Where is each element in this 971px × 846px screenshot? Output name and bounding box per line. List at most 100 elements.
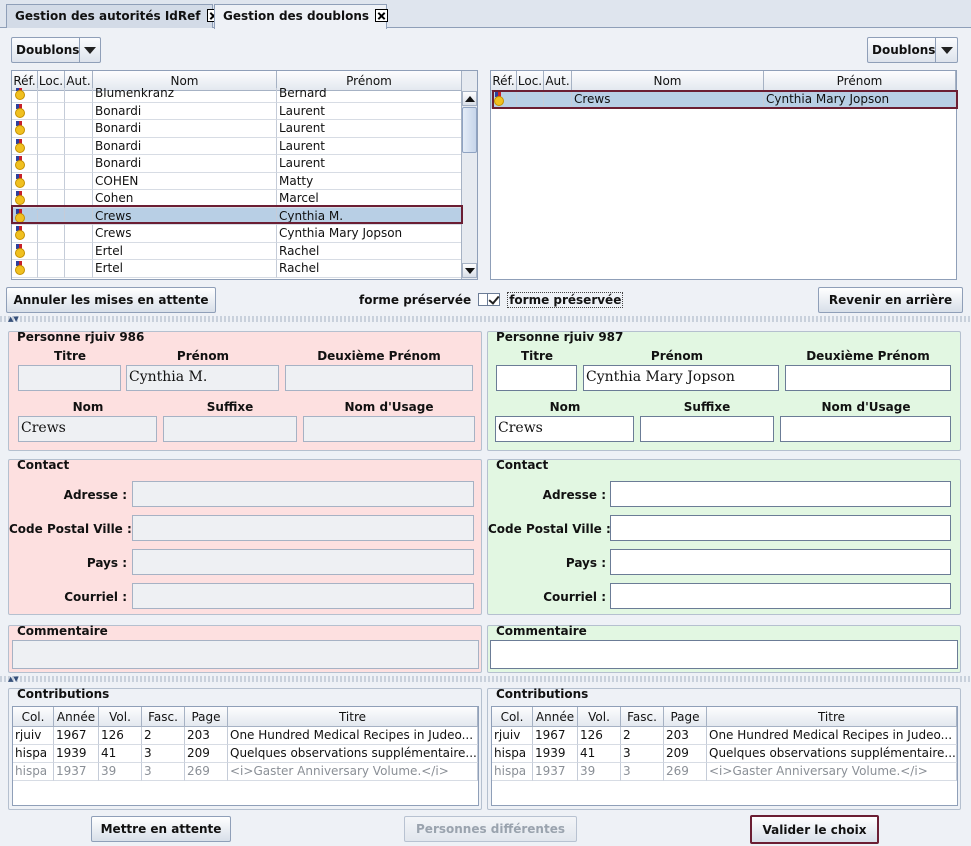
suffixe-field[interactable]: [163, 416, 297, 442]
contributions-right-table: Col. Année Vol. Fasc. Page Titre rjuiv 19…: [491, 706, 958, 806]
suffixe-label: Suffixe: [683, 400, 731, 414]
courriel-field[interactable]: [610, 583, 951, 609]
mettre-en-attente-button[interactable]: Mettre en attente: [91, 816, 231, 842]
table-row[interactable]: Blumenkranz Bernard: [12, 88, 462, 103]
col-page[interactable]: Page: [185, 707, 228, 726]
forme-right-checkbox[interactable]: [487, 293, 500, 306]
adresse-field[interactable]: [610, 481, 951, 507]
commentaire-field[interactable]: [490, 640, 958, 669]
table-row[interactable]: hispa 1939 41 3 209 Quelques observations sup…: [492, 745, 957, 763]
col-col[interactable]: Col.: [492, 707, 533, 726]
adresse-field[interactable]: [132, 481, 474, 507]
pays-field[interactable]: [610, 549, 951, 575]
doublons-combo-right[interactable]: Doublons: [867, 37, 958, 63]
doublons-combo-left[interactable]: Doublons: [11, 37, 101, 63]
courriel-field[interactable]: [132, 583, 474, 609]
commentaire-field[interactable]: [12, 640, 479, 669]
table-row[interactable]: hispa 1939 41 3 209 Quelques observations sup…: [13, 745, 478, 763]
table-row[interactable]: rjuiv 1967 126 2 203 One Hundred Medical Reci…: [492, 727, 957, 745]
valider-choix-button[interactable]: Valider le choix: [750, 815, 879, 844]
nom-usage-field[interactable]: [780, 416, 951, 442]
col-page[interactable]: Page: [664, 707, 707, 726]
suffixe-field[interactable]: [640, 416, 774, 442]
forme-label: forme préservée: [507, 292, 624, 308]
chevron-down-icon[interactable]: [935, 38, 957, 62]
medal-icon: [14, 138, 25, 153]
pays-label: Pays :: [86, 556, 127, 570]
table-row-selected[interactable]: Crews Cynthia Mary Jopson: [491, 91, 956, 109]
prenom-field[interactable]: Cynthia Mary Jopson: [583, 365, 779, 391]
chevron-down-icon[interactable]: [79, 38, 100, 62]
nom-usage-field[interactable]: [303, 416, 475, 442]
table-row[interactable]: COHEN Matty: [12, 172, 462, 190]
table-row[interactable]: Bonardi Laurent: [12, 137, 462, 155]
medal-icon: [493, 92, 504, 106]
contributions-left-panel: Contributions Col. Année Vol. Fasc. Page…: [8, 687, 482, 810]
forme-label: forme préservée: [359, 293, 472, 307]
table-row[interactable]: Bonardi Laurent: [12, 120, 462, 138]
table-row[interactable]: Ertel Rachel: [12, 260, 462, 278]
vertical-scrollbar[interactable]: [461, 71, 477, 279]
splitter-arrows-icon[interactable]: ▲▼: [8, 675, 19, 683]
scroll-thumb[interactable]: [462, 107, 477, 153]
col-titre[interactable]: Titre: [707, 707, 957, 726]
table-row[interactable]: hispa 1937 39 3 269 <i>Gaster Anniversary Vol…: [492, 763, 957, 781]
col-ref[interactable]: Réf.: [491, 71, 517, 90]
medal-icon: [14, 88, 25, 100]
col-annee[interactable]: Année: [533, 707, 578, 726]
person-left-title: Personne rjuiv 986: [17, 330, 145, 344]
person-right-title: Personne rjuiv 987: [496, 330, 624, 344]
revenir-button[interactable]: Revenir en arrière: [818, 287, 963, 313]
suffixe-label: Suffixe: [206, 400, 254, 414]
splitter[interactable]: [0, 676, 971, 682]
col-titre[interactable]: Titre: [228, 707, 478, 726]
deuxieme-prenom-field[interactable]: [285, 365, 473, 391]
col-nom[interactable]: Nom: [572, 71, 764, 90]
code-postal-label: Code Postal Ville :: [9, 522, 132, 536]
code-postal-field[interactable]: [610, 515, 951, 541]
nom-usage-label: Nom d'Usage: [821, 400, 911, 414]
prenom-field[interactable]: Cynthia M.: [126, 365, 279, 391]
scroll-down-icon[interactable]: [462, 263, 477, 278]
nom-field[interactable]: Crews: [18, 416, 157, 442]
splitter-arrows-icon[interactable]: ▲▼: [8, 315, 19, 323]
tab-doublons[interactable]: Gestion des doublons: [214, 4, 389, 29]
table-row[interactable]: Bonardi Laurent: [12, 102, 462, 120]
scroll-up-icon[interactable]: [462, 91, 477, 106]
col-vol[interactable]: Vol.: [578, 707, 621, 726]
col-fasc[interactable]: Fasc.: [142, 707, 185, 726]
adresse-label: Adresse :: [63, 488, 127, 502]
table-row[interactable]: Cohen Marcel: [12, 190, 462, 208]
titre-field[interactable]: [496, 365, 577, 391]
close-icon[interactable]: [375, 9, 389, 22]
courriel-label: Courriel :: [64, 590, 127, 604]
pays-field[interactable]: [132, 549, 474, 575]
personnes-differentes-button[interactable]: Personnes différentes: [404, 816, 577, 842]
table-row[interactable]: Bonardi Laurent: [12, 155, 462, 173]
table-row[interactable]: rjuiv 1967 126 2 203 One Hundred Medical Reci…: [13, 727, 478, 745]
deuxieme-prenom-field[interactable]: [785, 365, 951, 391]
contributions-right-panel: Contributions Col. Année Vol. Fasc. Page…: [487, 687, 961, 810]
table-row[interactable]: Ertel Rachel: [12, 242, 462, 260]
tab-autorites[interactable]: Gestion des autorités IdRef: [6, 4, 220, 28]
col-aut[interactable]: Aut.: [544, 71, 572, 90]
contributions-title: Contributions: [17, 687, 110, 701]
titre-field[interactable]: [18, 365, 121, 391]
nom-field[interactable]: Crews: [495, 416, 634, 442]
col-col[interactable]: Col.: [13, 707, 54, 726]
table-row[interactable]: Crews Cynthia Mary Jopson: [12, 225, 462, 243]
col-loc[interactable]: Loc.: [517, 71, 544, 90]
commentaire-right-panel: Commentaire: [487, 624, 961, 673]
col-vol[interactable]: Vol.: [99, 707, 142, 726]
col-annee[interactable]: Année: [54, 707, 99, 726]
annuler-button[interactable]: Annuler les mises en attente: [6, 287, 216, 313]
contact-left-panel: Contact Adresse : Code Postal Ville : Pa…: [8, 458, 482, 615]
col-prenom[interactable]: Prénom: [764, 71, 956, 90]
table-row[interactable]: hispa 1937 39 3 269 <i>Gaster Anniversary Vol…: [13, 763, 478, 781]
table-row-selected[interactable]: Crews Cynthia M.: [12, 207, 462, 225]
col-fasc[interactable]: Fasc.: [621, 707, 664, 726]
splitter[interactable]: [0, 316, 971, 322]
code-postal-field[interactable]: [132, 515, 474, 541]
right-duplicates-table: Réf. Loc. Aut. Nom Prénom Crews Cynthia M…: [490, 70, 957, 280]
deuxieme-prenom-label: Deuxième Prénom: [317, 349, 441, 363]
